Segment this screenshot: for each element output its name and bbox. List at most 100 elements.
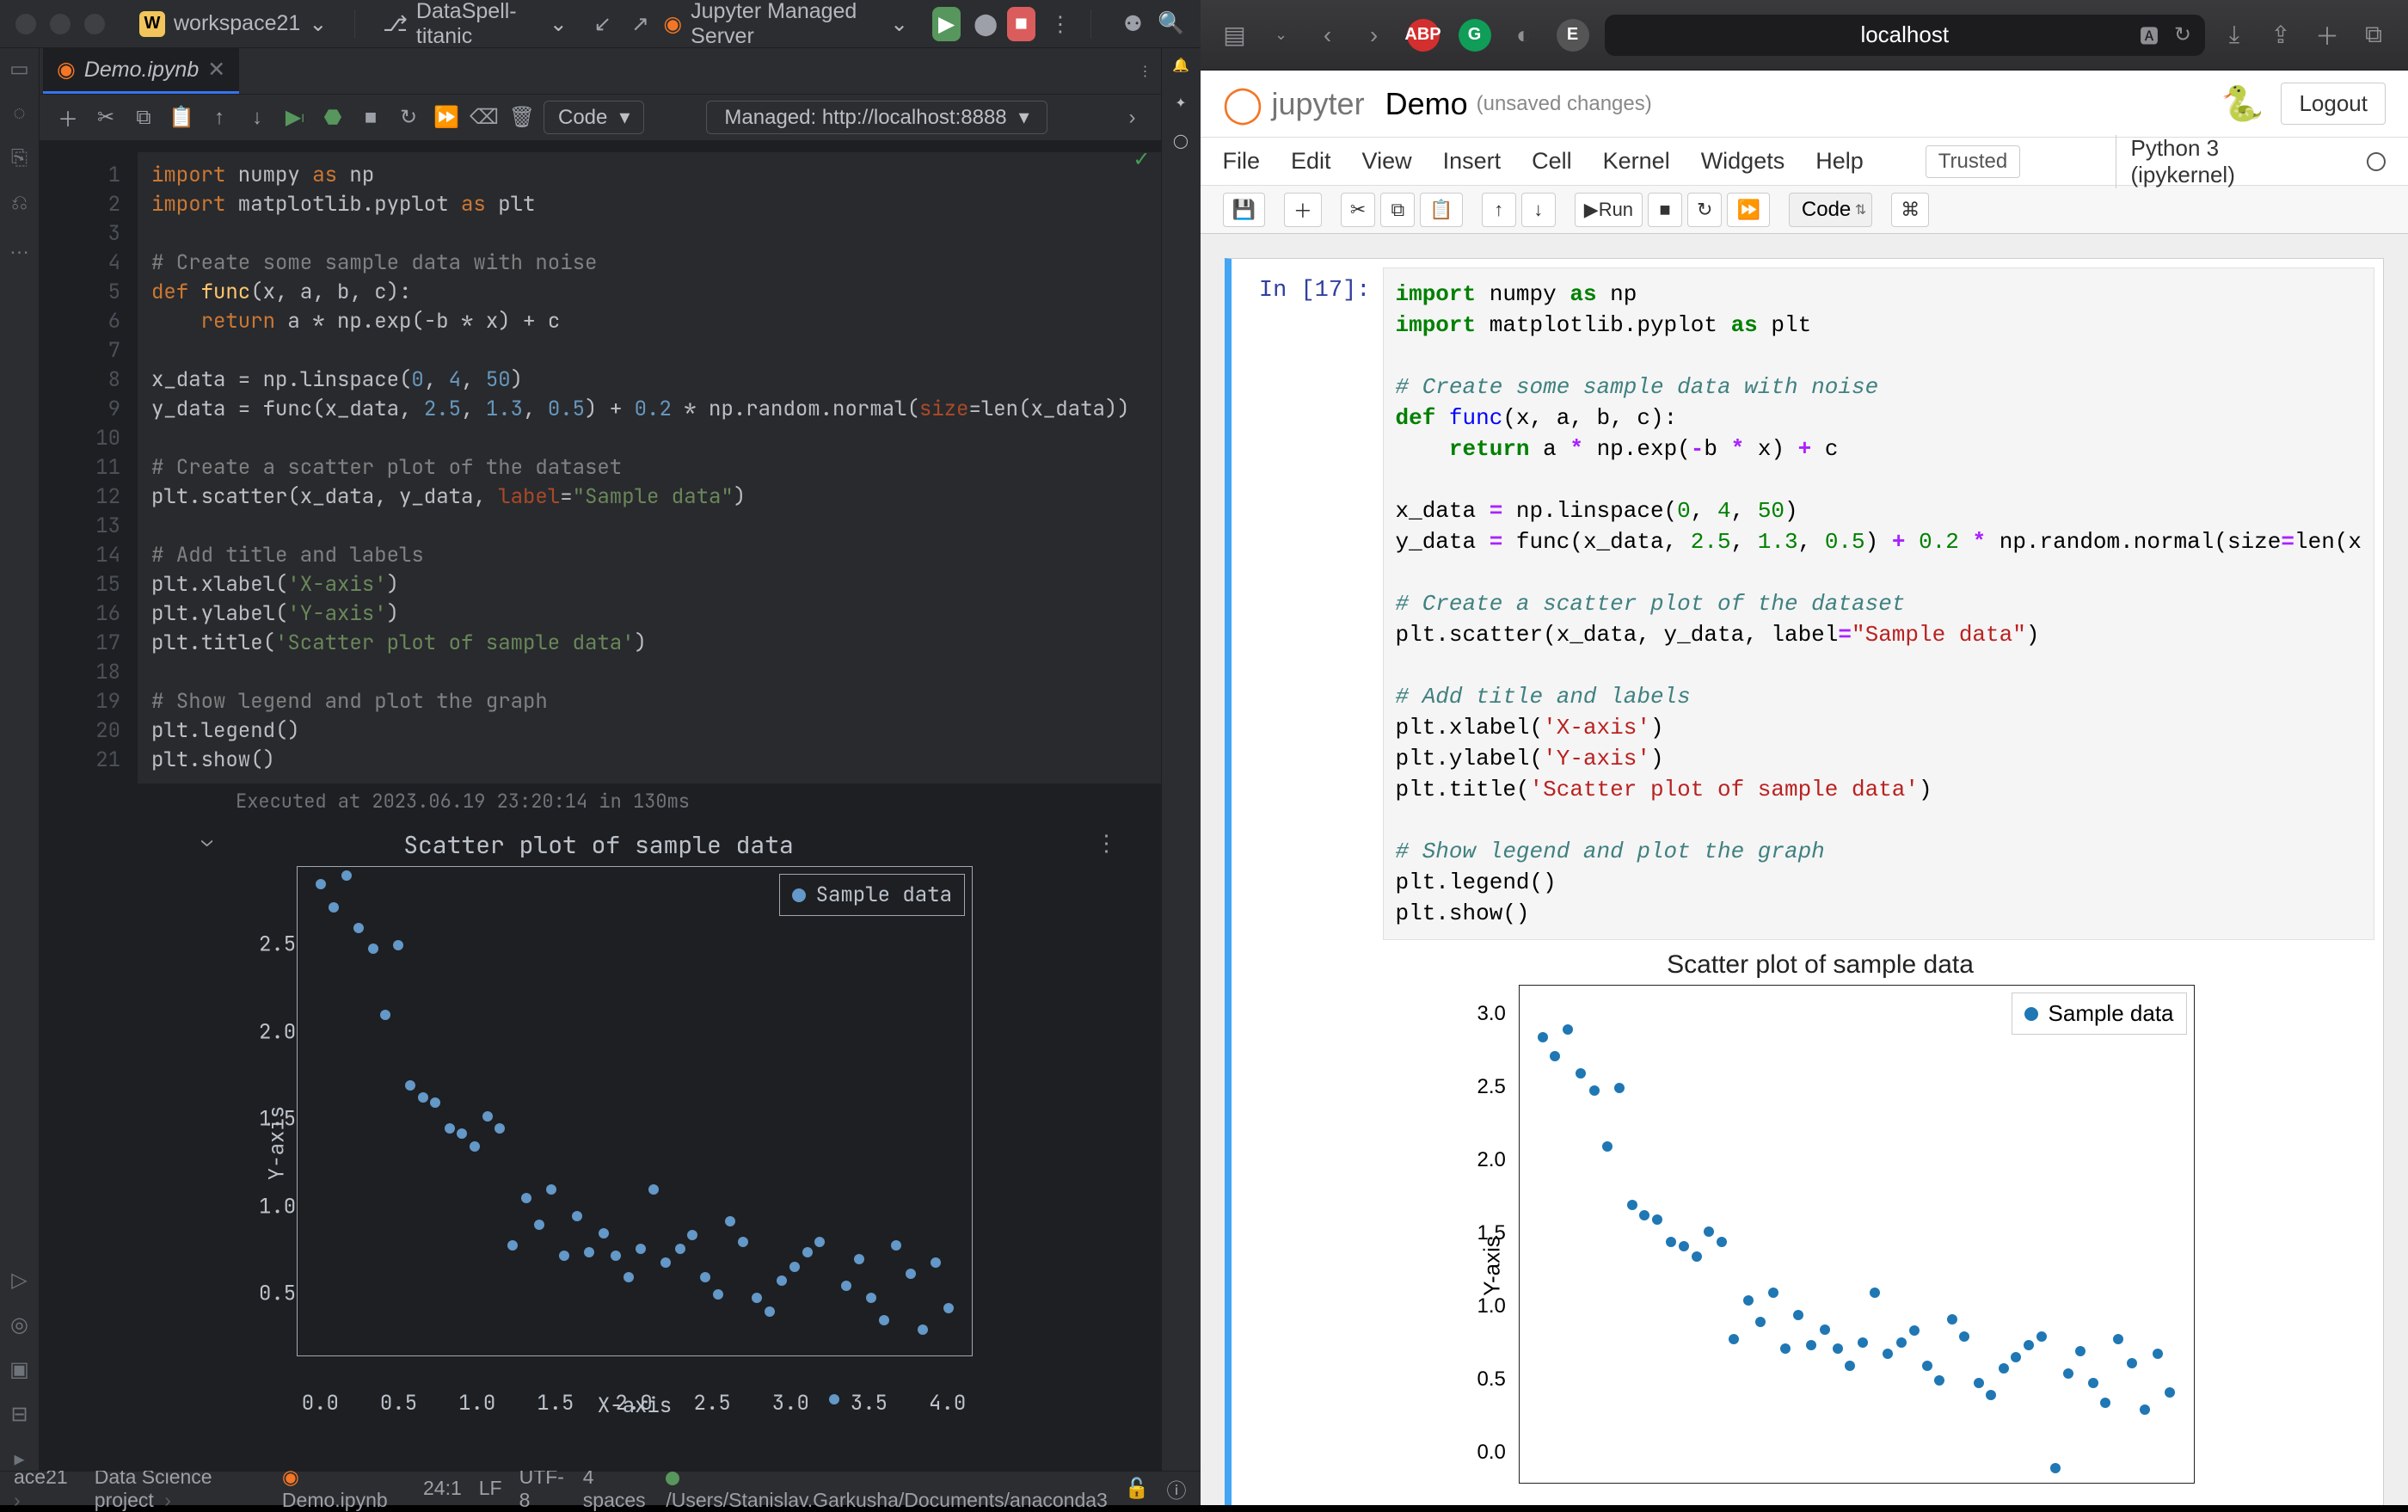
- commit-tool-icon[interactable]: ⎘: [8, 146, 32, 170]
- ai-assistant-icon[interactable]: ✦: [1175, 95, 1186, 112]
- code-body[interactable]: import numpy as npimport matplotlib.pypl…: [138, 152, 1161, 784]
- extension-grammarly-icon[interactable]: G: [1459, 19, 1491, 52]
- menu-edit[interactable]: Edit: [1291, 148, 1331, 175]
- arrow-down-left-icon[interactable]: ↙: [590, 9, 616, 40]
- search-icon[interactable]: 🔍: [1158, 9, 1184, 40]
- vcs-tool-icon[interactable]: ⎌: [8, 191, 32, 215]
- server-url-select[interactable]: Managed: http://localhost:8888▾: [706, 101, 1047, 134]
- extension-shield-icon[interactable]: ◐: [1507, 18, 1541, 52]
- menu-help[interactable]: Help: [1815, 148, 1864, 175]
- more-tool-icon[interactable]: …: [8, 236, 32, 260]
- menu-widgets[interactable]: Widgets: [1701, 148, 1785, 175]
- trusted-indicator[interactable]: Trusted: [1926, 145, 2020, 178]
- info-icon[interactable]: ⓘ: [1166, 1474, 1186, 1503]
- jupyter-logo[interactable]: ◯ jupyter: [1223, 86, 1365, 122]
- back-icon[interactable]: ‹: [1311, 18, 1345, 52]
- code-with-me-icon[interactable]: ⚉: [1121, 9, 1146, 40]
- interpreter[interactable]: /Users/Stanislav.Garkusha/Documents/anac…: [666, 1466, 1108, 1512]
- breadcrumb[interactable]: ◉ Demo.ipynb: [282, 1466, 389, 1512]
- arrow-up-right-icon[interactable]: ↗: [628, 9, 654, 40]
- move-down-button[interactable]: ↓: [1521, 193, 1556, 227]
- breadcrumb[interactable]: ace21: [14, 1466, 77, 1512]
- cut-icon[interactable]: ✂: [89, 101, 122, 134]
- menu-view[interactable]: View: [1362, 148, 1412, 175]
- project-tool-icon[interactable]: ▭: [8, 57, 32, 81]
- notifications-icon[interactable]: 🔔: [1172, 57, 1189, 74]
- notebook-title[interactable]: Demo: [1385, 86, 1468, 122]
- bug-icon[interactable]: ⬤: [973, 9, 998, 40]
- python-packages-icon[interactable]: ◎: [8, 1312, 32, 1337]
- stop-cell-icon[interactable]: ■: [354, 101, 387, 134]
- share-icon[interactable]: ⇪: [2264, 18, 2298, 52]
- command-palette-button[interactable]: ⌘: [1891, 193, 1929, 227]
- forward-icon[interactable]: ›: [1357, 18, 1391, 52]
- delete-cell-icon[interactable]: 🗑: [506, 101, 538, 134]
- move-up-button[interactable]: ↑: [1482, 193, 1516, 227]
- server-selector[interactable]: ◉ Jupyter Managed Server: [653, 0, 918, 52]
- add-cell-icon[interactable]: ＋: [52, 101, 84, 134]
- restart-run-all-button[interactable]: ⏩: [1727, 193, 1769, 227]
- translate-icon[interactable]: 🅰: [2140, 22, 2159, 49]
- debug-cell-icon[interactable]: ⬣: [316, 101, 349, 134]
- paste-cell-button[interactable]: 📋: [1420, 193, 1462, 227]
- collapse-output-icon[interactable]: ⌄: [201, 827, 212, 852]
- code-cell[interactable]: In [17]: import numpy as npimport matplo…: [1225, 258, 2385, 1505]
- kernel-status-icon[interactable]: [2367, 152, 2386, 171]
- address-bar[interactable]: 🅰 localhost ↻: [1605, 15, 2206, 56]
- paste-icon[interactable]: 📋: [165, 101, 198, 134]
- save-button[interactable]: 💾: [1223, 193, 1265, 227]
- menu-insert[interactable]: Insert: [1443, 148, 1502, 175]
- clear-output-icon[interactable]: ⌫: [468, 101, 501, 134]
- window-controls[interactable]: [15, 14, 105, 34]
- sidebar-toggle-icon[interactable]: ▤: [1218, 18, 1252, 52]
- indent-setting[interactable]: 4 spaces: [583, 1466, 649, 1512]
- code-input[interactable]: import numpy as npimport matplotlib.pypl…: [1383, 267, 2375, 940]
- problems-tool-icon[interactable]: ⊟: [8, 1402, 32, 1426]
- minimize-window-icon[interactable]: [50, 14, 71, 34]
- run-cell-icon[interactable]: ▶I: [279, 101, 311, 134]
- move-up-icon[interactable]: ↑: [203, 101, 236, 134]
- close-tab-icon[interactable]: ✕: [207, 57, 225, 83]
- extension-abp-icon[interactable]: ABP: [1407, 19, 1440, 52]
- menu-cell[interactable]: Cell: [1532, 148, 1572, 175]
- close-window-icon[interactable]: [15, 14, 36, 34]
- project-selector[interactable]: ⎇ DataSpell-titanic: [372, 0, 578, 52]
- cursor-position[interactable]: 24:1: [423, 1477, 462, 1500]
- structure-tool-icon[interactable]: ◌: [8, 101, 32, 126]
- output-options-icon[interactable]: ⋮: [1096, 827, 1118, 857]
- insert-cell-button[interactable]: ＋: [1284, 193, 1322, 227]
- breadcrumb[interactable]: Data Science project: [95, 1466, 265, 1512]
- interrupt-button[interactable]: ■: [1648, 193, 1682, 227]
- file-encoding[interactable]: UTF-8: [519, 1466, 566, 1512]
- tab-demo-ipynb[interactable]: ◉ Demo.ipynb ✕: [43, 48, 239, 94]
- scroll-right-icon[interactable]: ›: [1116, 101, 1149, 134]
- run-tool-icon[interactable]: ▷: [8, 1268, 32, 1292]
- menu-kernel[interactable]: Kernel: [1603, 148, 1670, 175]
- extension-e-icon[interactable]: E: [1557, 19, 1589, 52]
- new-tab-icon[interactable]: ＋: [2310, 18, 2344, 52]
- run-button[interactable]: ▶: [932, 7, 961, 41]
- code-editor[interactable]: ✓ In 16 12345678910111213141516171819202…: [40, 141, 1161, 1471]
- cell-type-select[interactable]: Code: [1789, 193, 1872, 227]
- restart-kernel-icon[interactable]: ↻: [392, 101, 425, 134]
- logout-button[interactable]: Logout: [2281, 83, 2386, 125]
- tab-options-icon[interactable]: ⋮: [1130, 56, 1161, 87]
- jupyter-variables-icon[interactable]: ◯: [1173, 132, 1189, 150]
- copy-cell-button[interactable]: ⧉: [1380, 193, 1415, 227]
- stop-button[interactable]: ■: [1007, 7, 1035, 41]
- download-icon[interactable]: ⤓: [2217, 18, 2251, 52]
- sidebar-chevron-icon[interactable]: ⌄: [1264, 18, 1299, 52]
- run-cell-button[interactable]: ▶ Run: [1575, 193, 1643, 227]
- maximize-window-icon[interactable]: [84, 14, 105, 34]
- run-all-icon[interactable]: ⏩: [430, 101, 463, 134]
- reload-icon[interactable]: ↻: [2174, 22, 2191, 47]
- cell-type-select[interactable]: Code▾: [544, 101, 644, 134]
- kernel-name[interactable]: Python 3 (ipykernel): [2116, 135, 2325, 188]
- menu-file[interactable]: File: [1223, 148, 1261, 175]
- lock-icon[interactable]: 🔓: [1125, 1477, 1150, 1500]
- move-down-icon[interactable]: ↓: [241, 101, 273, 134]
- workspace-selector[interactable]: W workspace21 ⌄: [129, 8, 337, 40]
- cut-cell-button[interactable]: ✂: [1341, 193, 1375, 227]
- line-separator[interactable]: LF: [479, 1477, 502, 1500]
- python-console-icon[interactable]: ▣: [8, 1357, 32, 1381]
